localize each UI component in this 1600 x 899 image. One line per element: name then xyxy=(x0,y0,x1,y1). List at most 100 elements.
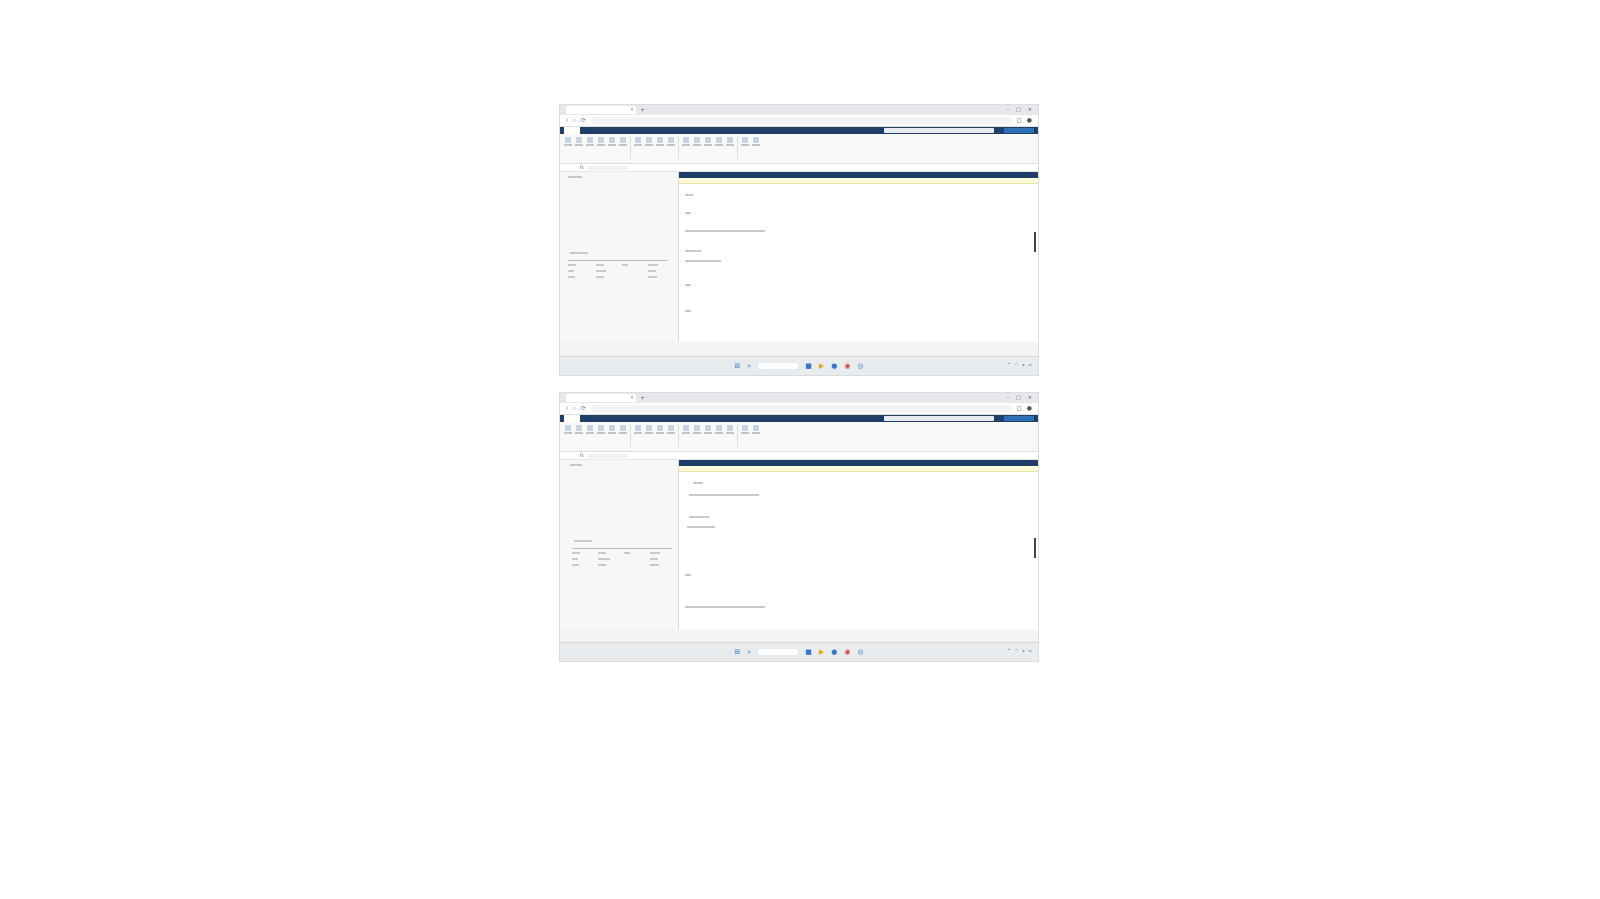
edge-icon[interactable]: ● xyxy=(831,648,837,656)
ribbon-button[interactable] xyxy=(575,137,583,151)
new-tab-icon[interactable]: + xyxy=(640,395,645,402)
close-window-icon[interactable]: × xyxy=(1028,107,1032,113)
ribbon-button[interactable] xyxy=(715,425,723,439)
volume-icon[interactable]: ◂ xyxy=(1022,648,1024,653)
browser-tab[interactable]: × xyxy=(566,394,636,402)
battery-icon[interactable]: ▭ xyxy=(1028,362,1032,367)
chrome-icon[interactable]: ◉ xyxy=(844,648,850,656)
wifi-icon[interactable]: ◠ xyxy=(1015,648,1019,653)
close-icon[interactable]: × xyxy=(630,395,636,401)
ribbon-button[interactable] xyxy=(564,137,572,151)
ribbon-button[interactable] xyxy=(704,137,712,151)
back-icon[interactable]: ‹ xyxy=(566,405,568,412)
ribbon-button[interactable] xyxy=(597,137,605,151)
url-field[interactable] xyxy=(590,405,1012,412)
reload-icon[interactable]: ⟳ xyxy=(581,117,586,124)
panel-caption xyxy=(574,540,592,542)
ribbon-button[interactable] xyxy=(564,425,572,439)
taskbar-search-input[interactable] xyxy=(758,363,799,369)
maximize-icon[interactable]: □ xyxy=(1016,107,1021,113)
volume-icon[interactable]: ◂ xyxy=(1022,362,1024,367)
ribbon-button[interactable] xyxy=(693,425,701,439)
file-explorer-icon[interactable]: ▶ xyxy=(819,648,824,656)
ribbon-button[interactable] xyxy=(575,425,583,439)
search-icon[interactable]: ⌕ xyxy=(747,648,751,657)
ribbon-button[interactable] xyxy=(693,137,701,151)
ribbon-button[interactable] xyxy=(667,137,675,151)
app-search-input[interactable] xyxy=(884,416,994,421)
task-view-icon[interactable]: ■ xyxy=(805,648,812,656)
ribbon-button[interactable] xyxy=(726,425,734,439)
ribbon-button[interactable] xyxy=(667,425,675,439)
document-line xyxy=(685,250,701,252)
ribbon-button[interactable] xyxy=(608,137,616,151)
app-tab-1[interactable] xyxy=(564,415,580,422)
edge-icon[interactable]: ● xyxy=(831,362,837,370)
ribbon-button[interactable] xyxy=(656,425,664,439)
start-icon[interactable]: ⊞ xyxy=(734,648,740,656)
extensions-icon[interactable]: ◻ xyxy=(1017,117,1022,124)
ribbon-button[interactable] xyxy=(752,137,760,151)
app-user-button[interactable] xyxy=(1004,416,1034,421)
chrome-icon[interactable]: ◉ xyxy=(844,362,850,370)
ribbon-button[interactable] xyxy=(634,137,642,151)
ribbon-button[interactable] xyxy=(645,425,653,439)
maximize-icon[interactable]: □ xyxy=(1016,395,1021,401)
browser-tab[interactable]: × xyxy=(566,106,636,114)
window-controls: – □ × xyxy=(1007,395,1038,401)
profile-icon[interactable]: ● xyxy=(1027,117,1032,124)
minimize-icon[interactable]: – xyxy=(1007,107,1010,113)
file-explorer-icon[interactable]: ▶ xyxy=(819,362,824,370)
scrollbar-thumb[interactable] xyxy=(1034,538,1036,558)
search-icon[interactable]: ⌕ xyxy=(747,362,751,371)
profile-icon[interactable]: ● xyxy=(1027,405,1032,412)
wifi-icon[interactable]: ◠ xyxy=(1015,362,1019,367)
document-pane xyxy=(679,172,1038,342)
minimize-icon[interactable]: – xyxy=(1007,395,1010,401)
ribbon-button[interactable] xyxy=(656,137,664,151)
back-icon[interactable]: ‹ xyxy=(566,117,568,124)
close-window-icon[interactable]: × xyxy=(1028,395,1032,401)
ribbon-button[interactable] xyxy=(682,425,690,439)
ribbon-button[interactable] xyxy=(619,137,627,151)
url-field[interactable] xyxy=(590,117,1012,124)
scrollbar-thumb[interactable] xyxy=(1034,232,1036,252)
ribbon-button[interactable] xyxy=(645,137,653,151)
ribbon-button[interactable] xyxy=(619,425,627,439)
forward-icon[interactable]: › xyxy=(573,405,575,412)
ribbon-button[interactable] xyxy=(586,137,594,151)
app-user-button[interactable] xyxy=(1004,128,1034,133)
formula-input[interactable] xyxy=(586,165,627,170)
task-view-icon[interactable]: ■ xyxy=(805,362,812,370)
ribbon-button[interactable] xyxy=(682,137,690,151)
ribbon-separator xyxy=(737,425,738,447)
ribbon-button[interactable] xyxy=(608,425,616,439)
app-icon[interactable]: ◎ xyxy=(857,648,863,656)
ribbon-button[interactable] xyxy=(741,425,749,439)
formula-input[interactable] xyxy=(586,453,627,458)
chevron-up-icon[interactable]: ^ xyxy=(1007,362,1010,367)
ribbon-button[interactable] xyxy=(704,425,712,439)
ribbon-button[interactable] xyxy=(726,137,734,151)
content-area xyxy=(560,172,1038,342)
document-pane xyxy=(679,460,1038,630)
ribbon-button[interactable] xyxy=(634,425,642,439)
app-tab-1[interactable] xyxy=(564,127,580,134)
battery-icon[interactable]: ▭ xyxy=(1028,648,1032,653)
forward-icon[interactable]: › xyxy=(573,117,575,124)
app-icon[interactable]: ◎ xyxy=(857,362,863,370)
reload-icon[interactable]: ⟳ xyxy=(581,405,586,412)
extensions-icon[interactable]: ◻ xyxy=(1017,405,1022,412)
taskbar-search-input[interactable] xyxy=(758,649,799,655)
ribbon-button[interactable] xyxy=(597,425,605,439)
ribbon-button[interactable] xyxy=(715,137,723,151)
ribbon-toolbar xyxy=(560,134,1038,164)
close-icon[interactable]: × xyxy=(630,107,636,113)
ribbon-button[interactable] xyxy=(752,425,760,439)
start-icon[interactable]: ⊞ xyxy=(734,362,740,370)
ribbon-button[interactable] xyxy=(586,425,594,439)
chevron-up-icon[interactable]: ^ xyxy=(1007,648,1010,653)
ribbon-button[interactable] xyxy=(741,137,749,151)
app-search-input[interactable] xyxy=(884,128,994,133)
new-tab-icon[interactable]: + xyxy=(640,107,645,114)
